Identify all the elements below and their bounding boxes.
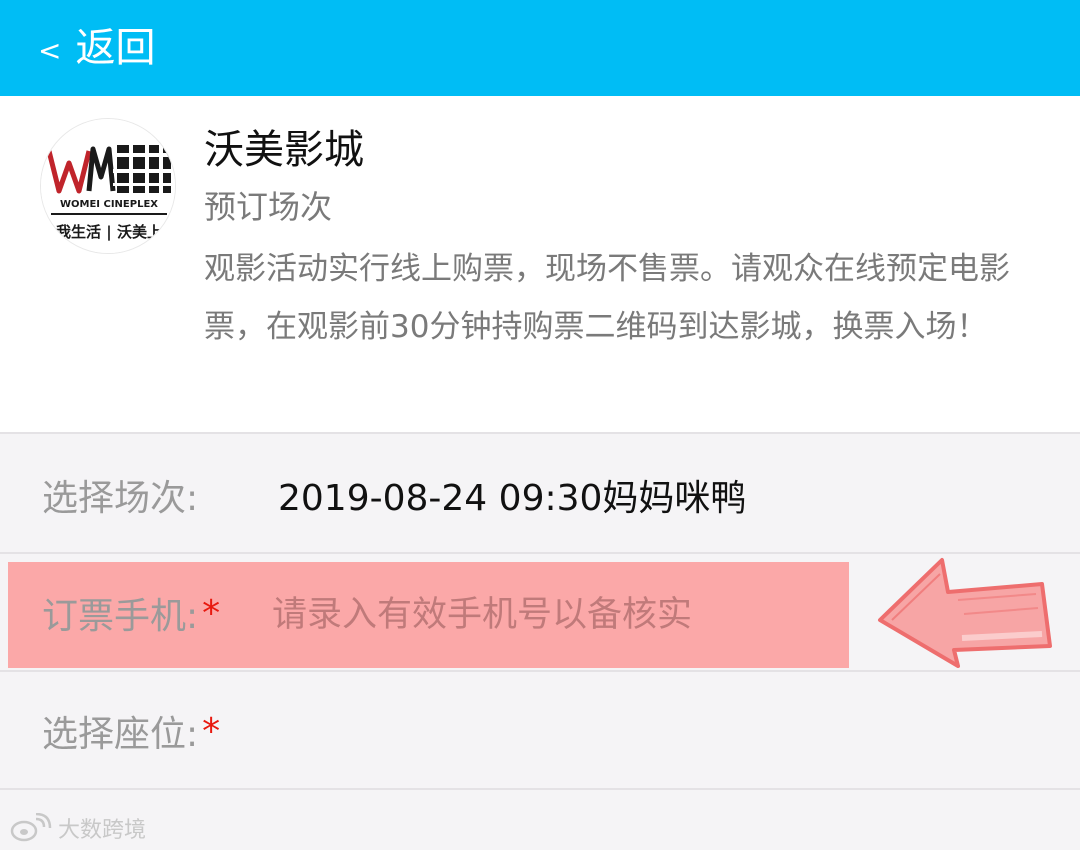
top-bar: < 返回: [0, 0, 1080, 96]
weibo-logo-icon: [10, 813, 52, 842]
pointing-arrow-icon: [878, 558, 1052, 668]
session-label-text: 选择场次:: [42, 478, 199, 519]
phone-label: 订票手机: *: [42, 554, 220, 672]
chevron-left-icon: <: [38, 34, 62, 67]
seat-label: 选择座位: *: [42, 672, 220, 790]
cinema-header: WOMEI CINEPLEX 为我生活 | 沃美上映 沃美影城 预订场次 观影活…: [0, 96, 1080, 434]
phone-input[interactable]: [272, 562, 842, 668]
back-button[interactable]: < 返回: [38, 28, 155, 68]
cinema-name: 沃美影城: [204, 127, 364, 173]
phone-label-text: 订票手机:: [42, 596, 199, 637]
cinema-logo-graphic: WOMEI CINEPLEX 为我生活 | 沃美上映: [41, 119, 176, 253]
seat-label-text: 选择座位:: [42, 714, 199, 755]
cinema-logo-icon: WOMEI CINEPLEX 为我生活 | 沃美上映: [40, 118, 176, 254]
required-mark: *: [202, 710, 221, 752]
required-mark: *: [202, 592, 221, 634]
session-row[interactable]: 选择场次: 2019-08-24 09:30妈妈咪鸭: [0, 436, 1080, 554]
logo-brand-en: WOMEI CINEPLEX: [60, 199, 158, 210]
watermark-text: 大数跨境: [58, 818, 147, 843]
logo-slogan: 为我生活 | 沃美上映: [41, 223, 176, 242]
seat-row[interactable]: 选择座位: *: [0, 672, 1080, 790]
booking-notice: 观影活动实行线上购票，现场不售票。请观众在线预定电影票，在观影前30分钟持购票二…: [204, 251, 1010, 345]
booking-subtitle: 预订场次: [204, 188, 333, 226]
session-label: 选择场次:: [42, 436, 198, 554]
watermark: 大数跨境: [8, 812, 146, 844]
session-value: 2019-08-24 09:30妈妈咪鸭: [278, 478, 747, 519]
back-label: 返回: [75, 25, 156, 71]
